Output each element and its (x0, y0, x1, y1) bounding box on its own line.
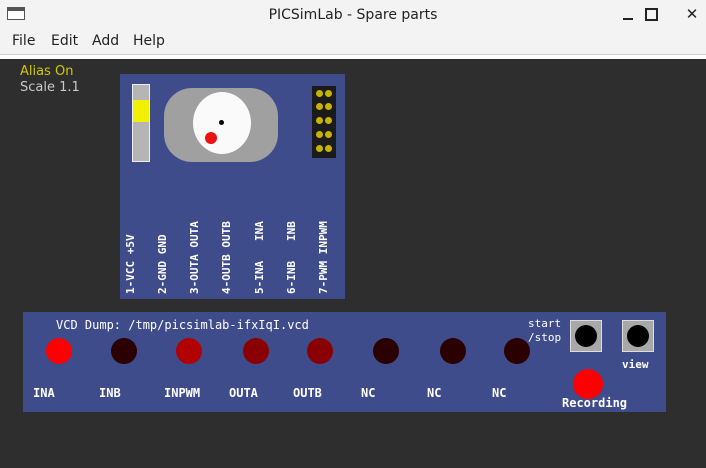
close-icon[interactable]: ✕ (684, 6, 700, 22)
knob-center-dot (219, 120, 224, 125)
channel-label: NC (361, 386, 376, 400)
pin-label-pwm: 7-PWM INPWM (317, 221, 330, 294)
header-pin (325, 103, 332, 110)
pin-label-ina: 5-INA INA (253, 221, 266, 294)
header-pin (316, 90, 323, 97)
channel-label: INB (99, 386, 121, 400)
alias-status: Alias On (20, 64, 74, 79)
encoder-knob[interactable] (193, 92, 251, 154)
channel-label: NC (427, 386, 442, 400)
menu-edit[interactable]: Edit (51, 33, 78, 49)
button-dot-icon (627, 325, 649, 347)
vcd-title: VCD Dump: /tmp/picsimlab-ifxIqI.vcd (56, 318, 309, 332)
minimize-icon[interactable] (620, 6, 636, 22)
view-button[interactable] (622, 320, 654, 352)
slider-thumb[interactable] (133, 100, 149, 122)
led-nc-3 (504, 338, 530, 364)
channel-label: OUTA (229, 386, 258, 400)
vcd-dump-part[interactable]: VCD Dump: /tmp/picsimlab-ifxIqI.vcd INA … (23, 312, 666, 412)
led-outa (243, 338, 269, 364)
header-pin (325, 131, 332, 138)
led-nc-1 (373, 338, 399, 364)
header-pin (316, 145, 323, 152)
start-label: start (528, 317, 562, 330)
encoder-frame (164, 88, 278, 162)
pin-label-vcc: 1-VCC +5V (124, 234, 137, 294)
menu-bar: File Edit Add Help (0, 30, 706, 55)
parts-canvas[interactable]: Alias On Scale 1.1 1-VCC +5V 2-GND GND 3… (0, 59, 706, 468)
channel-label: INA (33, 386, 55, 400)
encoder-part[interactable]: 1-VCC +5V 2-GND GND 3-OUTA OUTA 4-OUTB O… (120, 74, 345, 299)
start-stop-button[interactable] (570, 320, 602, 352)
recording-indicator (573, 369, 603, 399)
header-pin (325, 117, 332, 124)
knob-marker (205, 132, 217, 144)
title-bar: PICSimLab - Spare parts ✕ (0, 0, 706, 31)
start-stop-label: start /stop (528, 317, 561, 345)
led-inb (111, 338, 137, 364)
header-pin (316, 131, 323, 138)
pin-label-gnd: 2-GND GND (156, 234, 169, 294)
recording-label: Recording (562, 396, 628, 410)
header-pin (316, 117, 323, 124)
pin-label-outb: 4-OUTB OUTB (220, 221, 233, 294)
channel-label: INPWM (164, 386, 201, 400)
pin-header (312, 86, 336, 158)
button-dot-icon (575, 325, 597, 347)
window-title: PICSimLab - Spare parts (268, 7, 438, 23)
header-pin (325, 145, 332, 152)
scale-status: Scale 1.1 (20, 80, 80, 95)
menu-file[interactable]: File (12, 33, 35, 49)
led-ina (46, 338, 72, 364)
menu-help[interactable]: Help (133, 33, 165, 49)
channel-label: NC (492, 386, 507, 400)
pin-label-outa: 3-OUTA OUTA (188, 221, 201, 294)
pin-label-inb: 6-INB INB (285, 221, 298, 294)
header-pin (316, 103, 323, 110)
view-label: view (622, 358, 649, 371)
led-nc-2 (440, 338, 466, 364)
led-outb (307, 338, 333, 364)
header-pin (325, 90, 332, 97)
menu-add[interactable]: Add (92, 33, 119, 49)
maximize-icon[interactable] (643, 6, 659, 22)
channel-label: OUTB (293, 386, 322, 400)
stop-label: /stop (528, 331, 562, 344)
led-inpwm (176, 338, 202, 364)
slider-track[interactable] (132, 84, 150, 162)
